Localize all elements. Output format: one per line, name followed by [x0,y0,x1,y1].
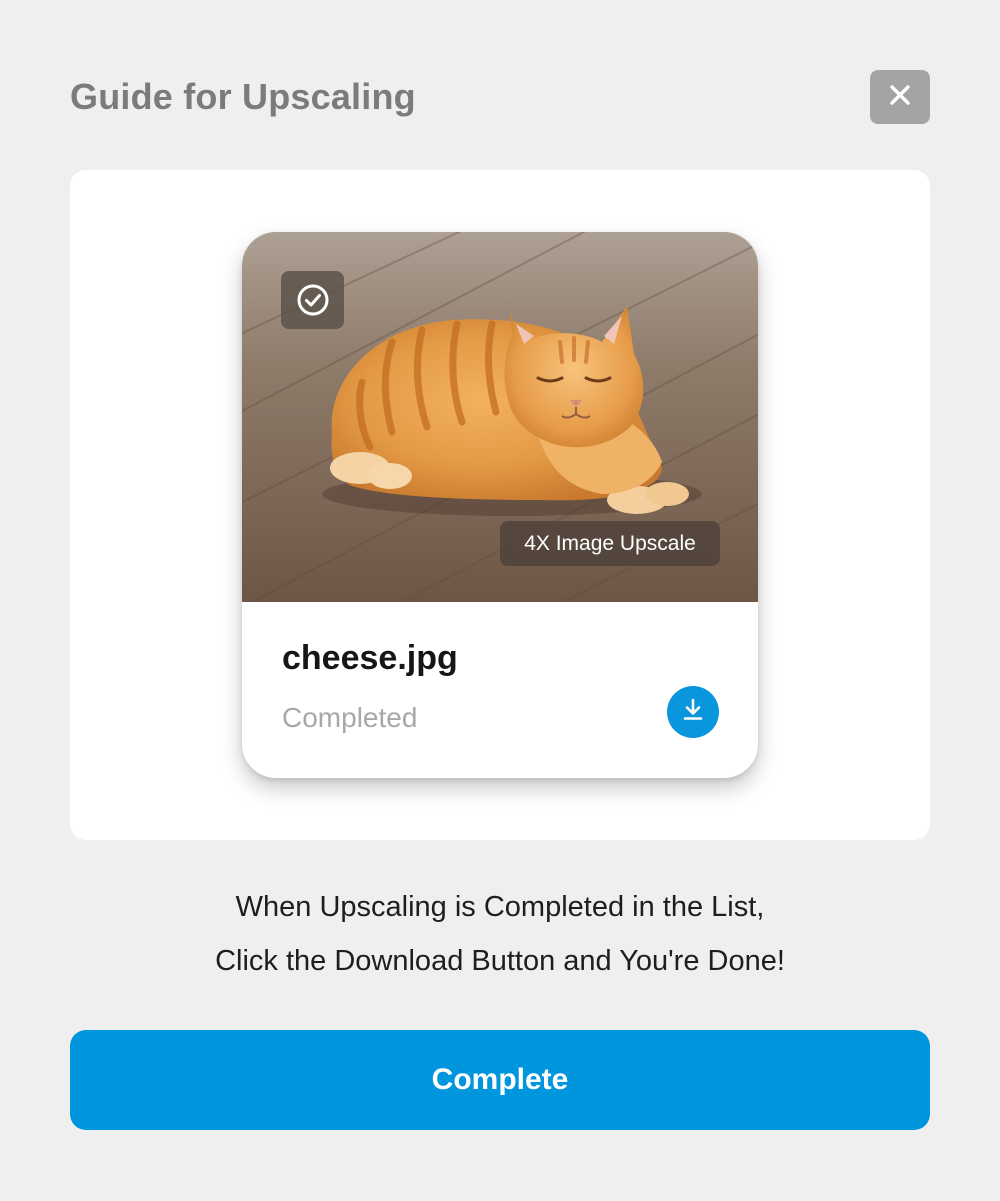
cat-photo: 4X Image Upscale [242,232,758,602]
complete-button[interactable]: Complete [70,1030,930,1130]
dialog-title: Guide for Upscaling [70,76,416,117]
check-circle-icon [296,283,330,317]
upscale-result-card: 4X Image Upscale cheese.jpg Completed [242,232,758,778]
instruction-line-2: Click the Download Button and You're Don… [215,945,785,977]
close-icon [889,84,911,111]
selected-badge[interactable] [281,271,344,329]
upscaling-guide-dialog: Guide for Upscaling 4X Image Upscale che… [0,0,1000,1201]
upscale-factor-tag: 4X Image Upscale [500,521,720,566]
file-name: cheese.jpg [282,639,458,677]
download-button[interactable] [667,686,719,738]
instruction-line-1: When Upscaling is Completed in the List, [235,891,765,923]
download-icon [679,696,707,729]
close-button[interactable] [870,70,930,124]
upscale-status: Completed [282,702,418,733]
guide-preview-panel: 4X Image Upscale cheese.jpg Completed [70,170,930,840]
